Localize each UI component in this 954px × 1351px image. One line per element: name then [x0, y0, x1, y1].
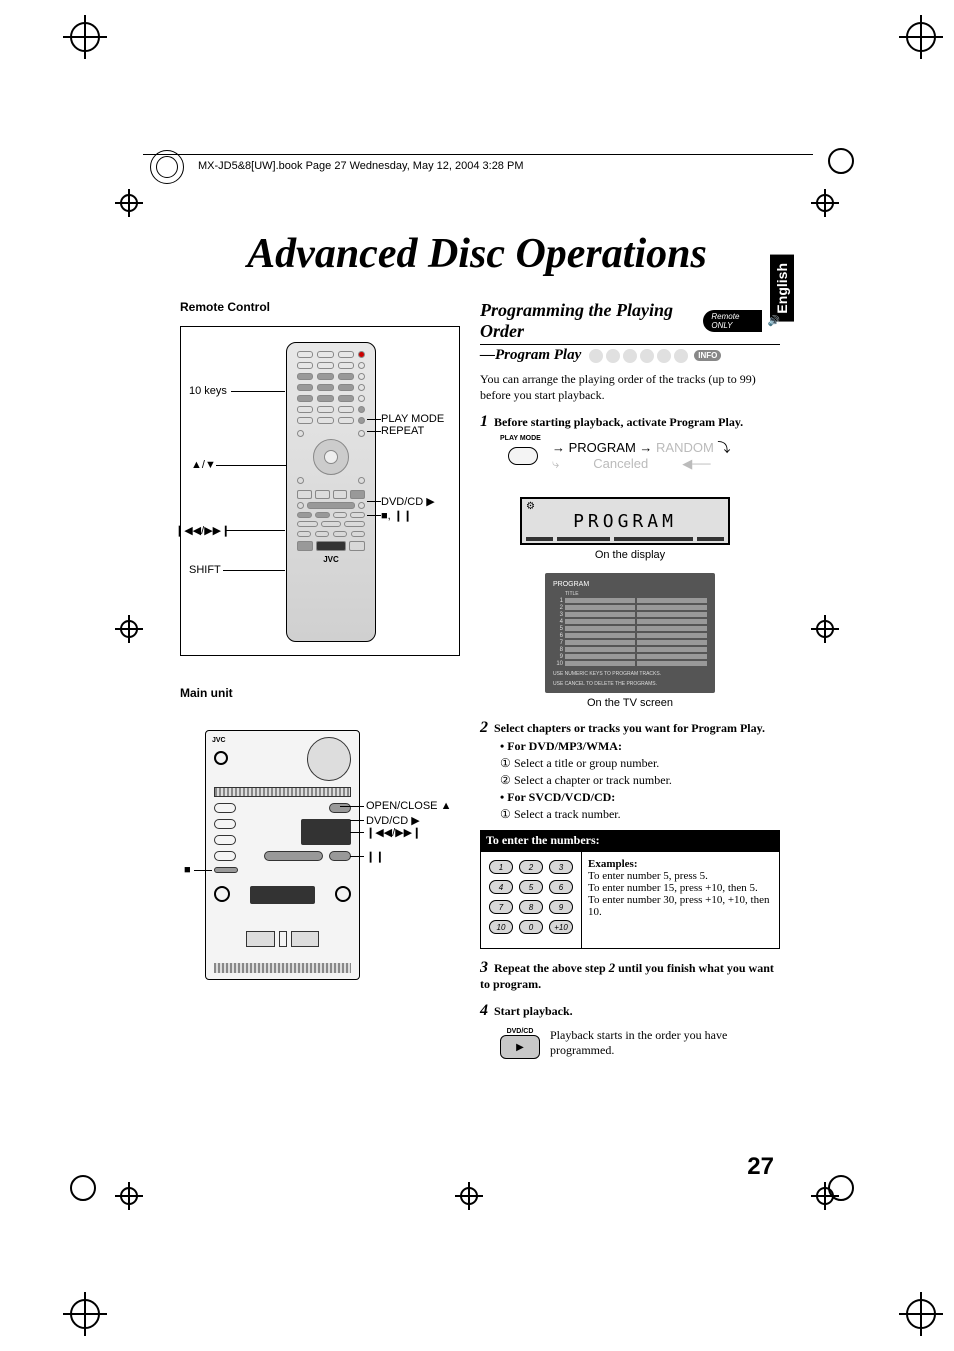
dvd-cd-button-label: DVD/CD — [500, 1028, 540, 1035]
header-rule — [143, 154, 813, 155]
brand-logo: JVC — [297, 555, 365, 564]
example-1: To enter number 5, press 5. — [588, 870, 708, 882]
registration-target-icon — [120, 194, 138, 212]
step-3-number: 3 — [480, 959, 488, 976]
remote-only-badge: Remote ONLY — [703, 310, 761, 332]
step-4-text: Start playback. — [494, 1004, 573, 1018]
remote-control-label: Remote Control — [180, 300, 460, 314]
binder-ring-icon — [150, 150, 184, 184]
step-2b-1: ①Select a track number. — [500, 807, 780, 822]
example-3: To enter number 30, press +10, +10, then… — [588, 894, 770, 918]
intro-text: You can arrange the playing order of the… — [480, 372, 780, 403]
step-2a-label: • For DVD/MP3/WMA: — [500, 739, 780, 754]
crop-mark-icon — [906, 1299, 936, 1329]
play-description: Playback starts in the order you have pr… — [550, 1028, 780, 1058]
tv-caption: On the TV screen — [480, 697, 780, 709]
label-10-keys: 10 keys — [189, 385, 227, 397]
number-entry-box: 1 2 3 4 5 6 7 8 9 10 0 +10 Examples: To … — [480, 851, 780, 949]
section-heading: Programming the Playing Order — [480, 300, 697, 342]
registration-target-icon — [120, 620, 138, 638]
display-caption: On the display — [480, 549, 780, 561]
page-number: 27 — [747, 1153, 774, 1181]
main-unit-label: Main unit — [180, 686, 460, 700]
label-main-pause: ❙❙ — [366, 850, 384, 863]
example-2: To enter number 15, press +10, then 5. — [588, 882, 758, 894]
disc-icons — [589, 349, 688, 363]
label-prev-next: ❙◀◀/▶▶❙ — [175, 524, 230, 537]
keypad-diagram: 1 2 3 4 5 6 7 8 9 10 0 +10 — [481, 852, 581, 948]
label-shift: SHIFT — [189, 564, 221, 576]
remote-control-diagram: JVC 10 keys PLAY MODE REPEAT ▲/▼ DVD/CD … — [180, 326, 460, 656]
crop-mark-icon — [906, 22, 936, 52]
step-1-number: 1 — [480, 413, 488, 430]
label-play-mode: PLAY MODE — [381, 413, 444, 425]
step-2b-label: • For SVCD/VCD/CD: — [500, 790, 780, 805]
label-main-prev-next: ❙◀◀/▶▶❙ — [366, 826, 421, 839]
header-text: MX-JD5&8[UW].book Page 27 Wednesday, May… — [198, 160, 523, 172]
page-title: Advanced Disc Operations — [0, 230, 954, 278]
step-1-text: Before starting playback, activate Progr… — [494, 415, 743, 429]
subheading: —Program Play — [480, 347, 581, 364]
crop-mark-icon — [828, 148, 854, 174]
display-panel: ⚙ PROGRAM — [520, 497, 730, 545]
label-dvd-cd: DVD/CD ▶ — [381, 495, 435, 508]
registration-target-icon — [816, 620, 834, 638]
examples-label: Examples: — [588, 858, 638, 870]
number-entry-header: To enter the numbers: — [480, 830, 780, 851]
label-main-stop: ■ — [184, 864, 191, 876]
crop-mark-icon — [70, 22, 100, 52]
dvd-cd-play-button: ▶ — [500, 1035, 540, 1059]
label-repeat: REPEAT — [381, 425, 424, 437]
registration-target-icon — [120, 1187, 138, 1205]
info-badge: INFO — [694, 350, 721, 361]
step-2-text: Select chapters or tracks you want for P… — [494, 721, 765, 735]
step-2a-2: ②Select a chapter or track number. — [500, 773, 780, 788]
label-up-down: ▲/▼ — [191, 459, 216, 471]
crop-mark-icon — [828, 1175, 854, 1201]
step-2-number: 2 — [480, 719, 488, 736]
label-open-close: OPEN/CLOSE ▲ — [366, 800, 451, 812]
step-3-text: Repeat the above step 2 until you finish… — [480, 961, 774, 991]
step-4-number: 4 — [480, 1002, 488, 1019]
tv-screen-diagram: PROGRAM TITLE 1 2 3 4 5 6 7 8 9 10 USE N… — [545, 573, 715, 693]
registration-target-icon — [816, 194, 834, 212]
play-mode-diagram: PLAY MODE → PROGRAM → RANDOM ⤵ ⤷ Cancele… — [498, 437, 780, 493]
main-unit-diagram: JVC OPEN/CLOSE ▲ DVD/CD ▶ — [180, 730, 460, 1000]
step-2a-1: ①Select a title or group number. — [500, 756, 780, 771]
registration-target-icon — [460, 1187, 478, 1205]
crop-mark-icon — [70, 1299, 100, 1329]
crop-mark-icon — [70, 1175, 96, 1201]
label-stop-pause: ■, ❙❙ — [381, 509, 412, 522]
display-text: PROGRAM — [573, 511, 677, 532]
sound-icon: 🔊 — [768, 316, 780, 327]
